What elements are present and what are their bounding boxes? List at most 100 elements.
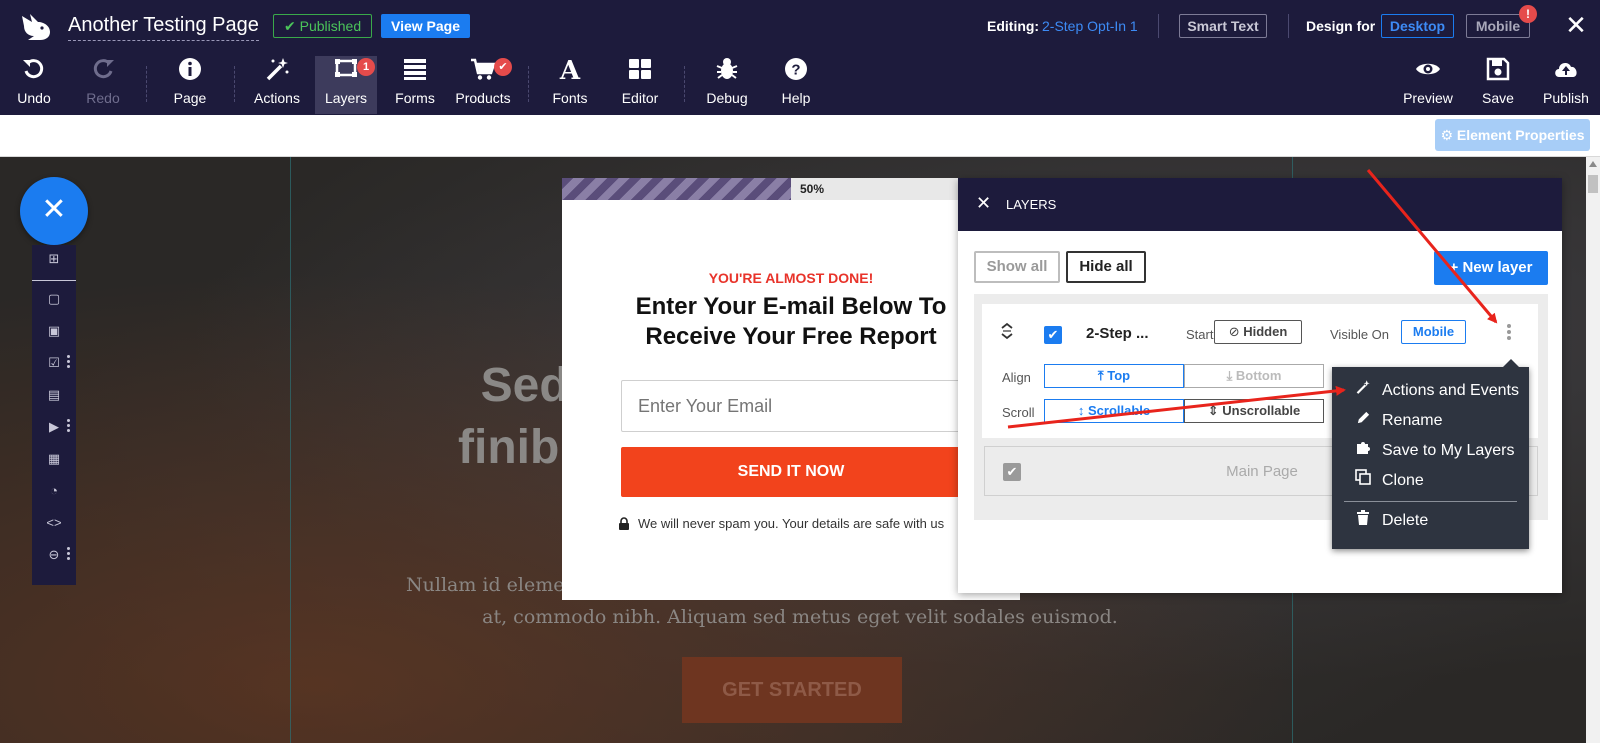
layer-visibility-checkbox[interactable]: ✔ [1044, 326, 1062, 344]
eye-slash-icon: ⊘ [1228, 324, 1244, 339]
undo-button[interactable]: Undo [10, 56, 58, 114]
rabbit-logo-icon[interactable] [18, 10, 54, 42]
box-element-icon[interactable]: ▤ [32, 383, 76, 407]
publish-button[interactable]: Publish [1538, 56, 1594, 114]
view-page-button[interactable]: View Page [381, 14, 471, 38]
optin-popup[interactable]: 50% YOU'RE ALMOST DONE! Enter Your E-mai… [562, 178, 1020, 600]
hide-all-button[interactable]: Hide all [1066, 251, 1146, 283]
redo-icon [78, 56, 128, 86]
redo-button[interactable]: Redo [78, 56, 128, 114]
info-icon [166, 56, 214, 86]
page-title[interactable]: Another Testing Page [68, 14, 259, 41]
scroll-up-arrow-icon[interactable] [1589, 161, 1597, 167]
align-label: Align [1002, 370, 1031, 385]
send-it-now-button[interactable]: SEND IT NOW [621, 447, 961, 497]
svg-text:?: ? [791, 62, 800, 79]
smart-text-button[interactable]: Smart Text [1179, 14, 1267, 38]
progress-label: 50% [800, 182, 825, 196]
popup-kicker[interactable]: YOU'RE ALMOST DONE! [562, 270, 1020, 286]
mobile-alert-badge: ! [1519, 5, 1537, 23]
undo-icon [10, 56, 58, 86]
magic-wand-icon [1354, 377, 1372, 405]
products-button[interactable]: Products ✔ [452, 56, 514, 114]
checkbox-element-icon[interactable]: ☑ [32, 351, 76, 375]
scrollbar-thumb[interactable] [1588, 175, 1598, 193]
more-dots-icon[interactable] [67, 419, 70, 434]
menu-item-clone[interactable]: Clone [1332, 467, 1529, 495]
align-top-icon: ⤒ [1097, 368, 1108, 383]
align-bottom-icon: ⤓ [1226, 368, 1236, 383]
menu-divider [1344, 501, 1517, 502]
desktop-mode-button[interactable]: Desktop [1381, 14, 1454, 38]
help-icon: ? [772, 56, 820, 86]
layer-more-options-icon[interactable] [1507, 324, 1511, 342]
layer-name[interactable]: 2-Step ... [1086, 325, 1149, 342]
editing-layer-link[interactable]: 2-Step Opt-In 1 [1042, 18, 1138, 34]
element-properties-button[interactable]: ⚙ Element Properties [1435, 119, 1590, 151]
help-button[interactable]: ? Help [772, 56, 820, 114]
page-button[interactable]: Page [166, 56, 214, 114]
divider [1158, 14, 1159, 38]
toolbar-divider [684, 66, 685, 102]
close-layers-icon[interactable]: ✕ [976, 193, 991, 213]
eye-icon [1400, 56, 1456, 86]
align-bottom-button[interactable]: ⤓ Bottom [1184, 364, 1324, 388]
bug-icon [700, 56, 754, 86]
property-bar: ⚙ Element Properties [0, 115, 1600, 157]
clone-icon [1354, 467, 1372, 495]
unscrollable-button[interactable]: ⇕ Unscrollable [1184, 399, 1324, 423]
close-editor-icon[interactable]: ✕ [1563, 12, 1589, 38]
start-hidden-toggle[interactable]: ⊘ Hidden [1214, 320, 1302, 344]
grid-icon [614, 56, 666, 86]
get-started-button[interactable]: GET STARTED [682, 657, 902, 723]
published-badge: ✔ Published [273, 14, 373, 38]
forms-button[interactable]: Forms [388, 56, 442, 114]
toolbar-divider [528, 66, 529, 102]
align-top-button[interactable]: ⤒ Top [1044, 364, 1184, 388]
more-elements-icon[interactable]: ⊖ [32, 543, 76, 567]
code-element-icon[interactable]: <> [32, 511, 76, 535]
debug-button[interactable]: Debug [700, 56, 754, 114]
progress-fill [562, 178, 791, 200]
menu-item-save-to-my-layers[interactable]: Save to My Layers [1332, 437, 1529, 465]
email-input[interactable] [621, 380, 961, 432]
actions-button[interactable]: Actions [248, 56, 306, 114]
close-fab-button[interactable]: ✕ [20, 177, 88, 245]
visible-on-label: Visible On [1330, 327, 1390, 342]
preview-button[interactable]: Preview [1400, 56, 1456, 114]
video-element-icon[interactable]: ▶ [32, 415, 76, 439]
fonts-button[interactable]: A Fonts [546, 56, 594, 114]
menu-item-delete[interactable]: Delete [1332, 507, 1529, 535]
more-dots-icon[interactable] [67, 547, 70, 562]
drag-handle-icon[interactable] [1000, 322, 1014, 343]
text-element-icon[interactable]: ▢ [32, 287, 76, 311]
layers-title: LAYERS [1006, 197, 1057, 212]
section-icon[interactable]: ⊞ [32, 247, 76, 271]
divider [32, 280, 76, 281]
list-icon [388, 56, 442, 86]
privacy-note[interactable]: We will never spam you. Your details are… [618, 516, 1008, 531]
scroll-icon: ↕ [1077, 403, 1088, 418]
popup-headline[interactable]: Enter Your E-mail Below To Receive Your … [602, 292, 980, 352]
visible-on-mobile-button[interactable]: Mobile [1401, 320, 1466, 344]
form-element-icon[interactable]: ▦ [32, 447, 76, 471]
pencil-icon [1354, 407, 1372, 435]
editor-button[interactable]: Editor [614, 56, 666, 114]
scrollable-button[interactable]: ↕ Scrollable [1044, 399, 1184, 423]
top-navbar: Another Testing Page ✔ Published View Pa… [0, 0, 1600, 115]
layers-count-badge: 1 [357, 58, 375, 76]
layers-header: ✕ LAYERS [958, 178, 1562, 231]
menu-item-rename[interactable]: Rename [1332, 407, 1529, 435]
progress-bar: 50% [562, 178, 1020, 200]
layers-button[interactable]: Layers 1 [315, 56, 377, 114]
image-element-icon[interactable]: ▣ [32, 319, 76, 343]
new-layer-button[interactable]: + New layer [1434, 251, 1548, 285]
timer-element-icon[interactable]: ◔ [32, 479, 76, 503]
more-dots-icon[interactable] [67, 355, 70, 370]
save-button[interactable]: Save [1474, 56, 1522, 114]
unscroll-icon: ⇕ [1207, 403, 1223, 418]
toolbar-divider [146, 66, 147, 102]
menu-item-actions-and-events[interactable]: Actions and Events [1332, 377, 1529, 405]
show-all-button[interactable]: Show all [974, 251, 1060, 283]
vertical-scrollbar[interactable] [1586, 157, 1600, 743]
